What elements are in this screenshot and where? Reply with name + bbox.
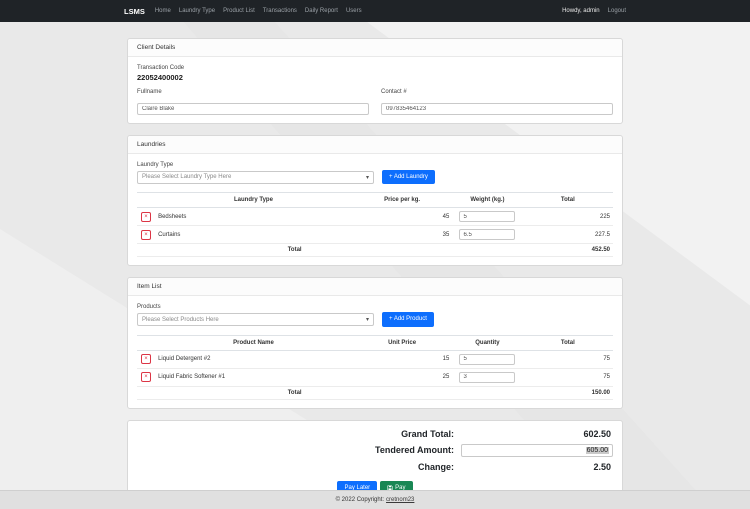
table-header-laundry-type: Laundry Type (155, 193, 352, 208)
laundry-price-cell: 45 (352, 208, 452, 226)
page-footer: © 2022 Copyright: cretnom23 (0, 490, 750, 509)
quantity-input[interactable] (459, 372, 515, 383)
table-header-remove (137, 335, 155, 350)
product-total-cell: 75 (523, 368, 613, 386)
product-name-cell: Liquid Fabric Softener #1 (155, 368, 352, 386)
change-label: Change: (137, 462, 461, 472)
item-list-header: Item List (128, 278, 622, 296)
grand-total-label: Grand Total: (137, 429, 461, 439)
laundry-total-cell: 225 (523, 208, 613, 226)
weight-input[interactable] (459, 229, 515, 240)
nav-item-users[interactable]: Users (346, 8, 362, 14)
table-header-weight: Weight (kg.) (452, 193, 522, 208)
table-header-product-name: Product Name (155, 335, 352, 350)
product-name-cell: Liquid Detergent #2 (155, 350, 352, 368)
table-total-row: Total 150.00 (137, 386, 613, 399)
item-list-card: Item List Products Please Select Product… (127, 277, 623, 408)
fullname-label: Fullname (137, 89, 369, 95)
nav-item-home[interactable]: Home (155, 8, 171, 14)
laundries-total-label: Total (137, 244, 452, 257)
logout-link[interactable]: Logout (608, 8, 626, 14)
table-row: × Curtains 35 227.5 (137, 226, 613, 244)
remove-row-button[interactable]: × (141, 230, 151, 240)
grand-total-value: 602.50 (461, 429, 613, 439)
laundries-card: Laundries Laundry Type Please Select Lau… (127, 135, 623, 266)
laundries-header: Laundries (128, 136, 622, 154)
laundry-type-select[interactable]: Please Select Laundry Type Here ▾ (137, 171, 374, 184)
product-price-cell: 25 (352, 368, 452, 386)
add-product-button[interactable]: + Add Product (382, 312, 434, 326)
remove-row-button[interactable]: × (141, 212, 151, 222)
brand-logo[interactable]: LSMS (124, 7, 145, 16)
laundry-name-cell: Bedsheets (155, 208, 352, 226)
table-header-remove (137, 193, 155, 208)
tendered-amount-input[interactable]: 605.00 (461, 444, 613, 457)
transaction-code-value: 22052400002 (137, 73, 613, 82)
laundry-total-cell: 227.5 (523, 226, 613, 244)
transaction-code-label: Transaction Code (137, 65, 613, 71)
laundries-total-value: 452.50 (523, 244, 613, 257)
nav-item-transactions[interactable]: Transactions (263, 8, 297, 14)
tendered-amount-value: 605.00 (586, 447, 609, 454)
client-details-header: Client Details (128, 39, 622, 57)
nav-item-daily-report[interactable]: Daily Report (305, 8, 338, 14)
items-total-label: Total (137, 386, 452, 399)
product-price-cell: 15 (352, 350, 452, 368)
table-total-row: Total 452.50 (137, 244, 613, 257)
remove-row-button[interactable]: × (141, 354, 151, 364)
table-header-total: Total (523, 193, 613, 208)
top-navbar: LSMS Home Laundry Type Product List Tran… (0, 0, 750, 22)
products-select[interactable]: Please Select Products Here ▾ (137, 313, 374, 326)
table-header-price: Price per kg. (352, 193, 452, 208)
add-laundry-button[interactable]: + Add Laundry (382, 170, 435, 184)
products-label: Products (137, 304, 613, 310)
table-row: × Liquid Fabric Softener #1 25 75 (137, 368, 613, 386)
contact-field[interactable] (381, 103, 613, 115)
table-header-total: Total (523, 335, 613, 350)
copyright-text: © 2022 Copyright: (336, 497, 384, 503)
client-details-card: Client Details Transaction Code 22052400… (127, 38, 623, 124)
remove-row-button[interactable]: × (141, 372, 151, 382)
laundry-type-select-placeholder: Please Select Laundry Type Here (142, 174, 231, 180)
copyright-link[interactable]: cretnom23 (386, 497, 414, 503)
user-greeting: Howdy, admin (562, 8, 600, 14)
products-select-placeholder: Please Select Products Here (142, 317, 219, 323)
weight-input[interactable] (459, 211, 515, 222)
product-total-cell: 75 (523, 350, 613, 368)
nav-item-product-list[interactable]: Product List (223, 8, 255, 14)
laundry-name-cell: Curtains (155, 226, 352, 244)
table-header-quantity: Quantity (452, 335, 522, 350)
table-header-unit-price: Unit Price (352, 335, 452, 350)
laundry-type-label: Laundry Type (137, 162, 613, 168)
quantity-input[interactable] (459, 354, 515, 365)
items-total-value: 150.00 (523, 386, 613, 399)
fullname-field[interactable] (137, 103, 369, 115)
table-row: × Bedsheets 45 225 (137, 208, 613, 226)
nav-item-laundry-type[interactable]: Laundry Type (179, 8, 215, 14)
table-row: × Liquid Detergent #2 15 75 (137, 350, 613, 368)
change-value: 2.50 (461, 462, 613, 472)
laundry-price-cell: 35 (352, 226, 452, 244)
chevron-down-icon: ▾ (366, 174, 369, 181)
tendered-amount-label: Tendered Amount: (137, 445, 461, 455)
contact-label: Contact # (381, 89, 613, 95)
chevron-down-icon: ▾ (366, 316, 369, 323)
